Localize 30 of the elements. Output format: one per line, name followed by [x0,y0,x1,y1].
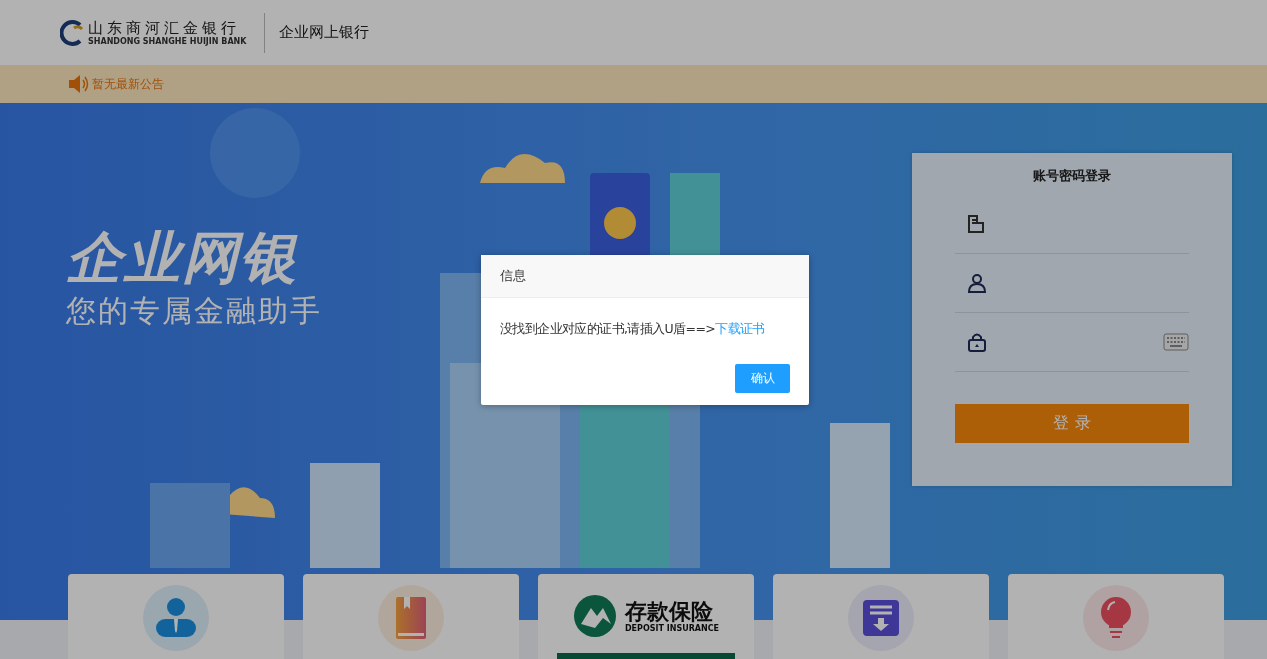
login-title: 账号密码登录 [1032,167,1112,185]
bank-name-english: SHANDONG SHANGHE HUIJIN BANK [88,37,247,46]
light-bulb-icon [1100,597,1132,639]
bank-logo-icon [60,19,86,46]
service-card[interactable] [303,574,519,659]
deposit-insurance-logo-icon [572,594,617,638]
lock-icon [967,332,987,352]
deposit-insurance-subtitle: DEPOSIT INSURANCE [624,623,720,633]
download-document-icon [863,600,899,636]
user-icon [156,597,196,639]
service-card[interactable] [773,574,989,659]
service-card[interactable]: 存款保险 DEPOSIT INSURANCE [538,574,754,659]
book-icon [396,597,426,639]
download-certificate-link[interactable]: 下载证书 [715,321,765,336]
keyboard-icon[interactable] [1163,333,1189,351]
hero-subtitle: 您的专属金融助手 [66,292,322,330]
document-icon [967,215,985,233]
service-card[interactable] [68,574,284,659]
notice-text: 暂无最新公告 [92,75,164,93]
user-icon [967,273,987,293]
dialog-title: 信息 [500,267,526,285]
bank-name: 山东商河汇金银行 [88,19,241,37]
speaker-icon [68,74,90,94]
confirm-button[interactable]: 确认 [735,364,790,393]
deposit-insurance-title: 存款保险 [624,599,714,624]
dialog-message: 没找到企业对应的证书,请插入U盾==> [500,321,716,336]
hero-title: 企业网银 [66,225,299,291]
product-title: 企业网上银行 [279,23,370,42]
login-button[interactable]: 登 录 [955,404,1189,443]
service-card[interactable] [1008,574,1224,659]
